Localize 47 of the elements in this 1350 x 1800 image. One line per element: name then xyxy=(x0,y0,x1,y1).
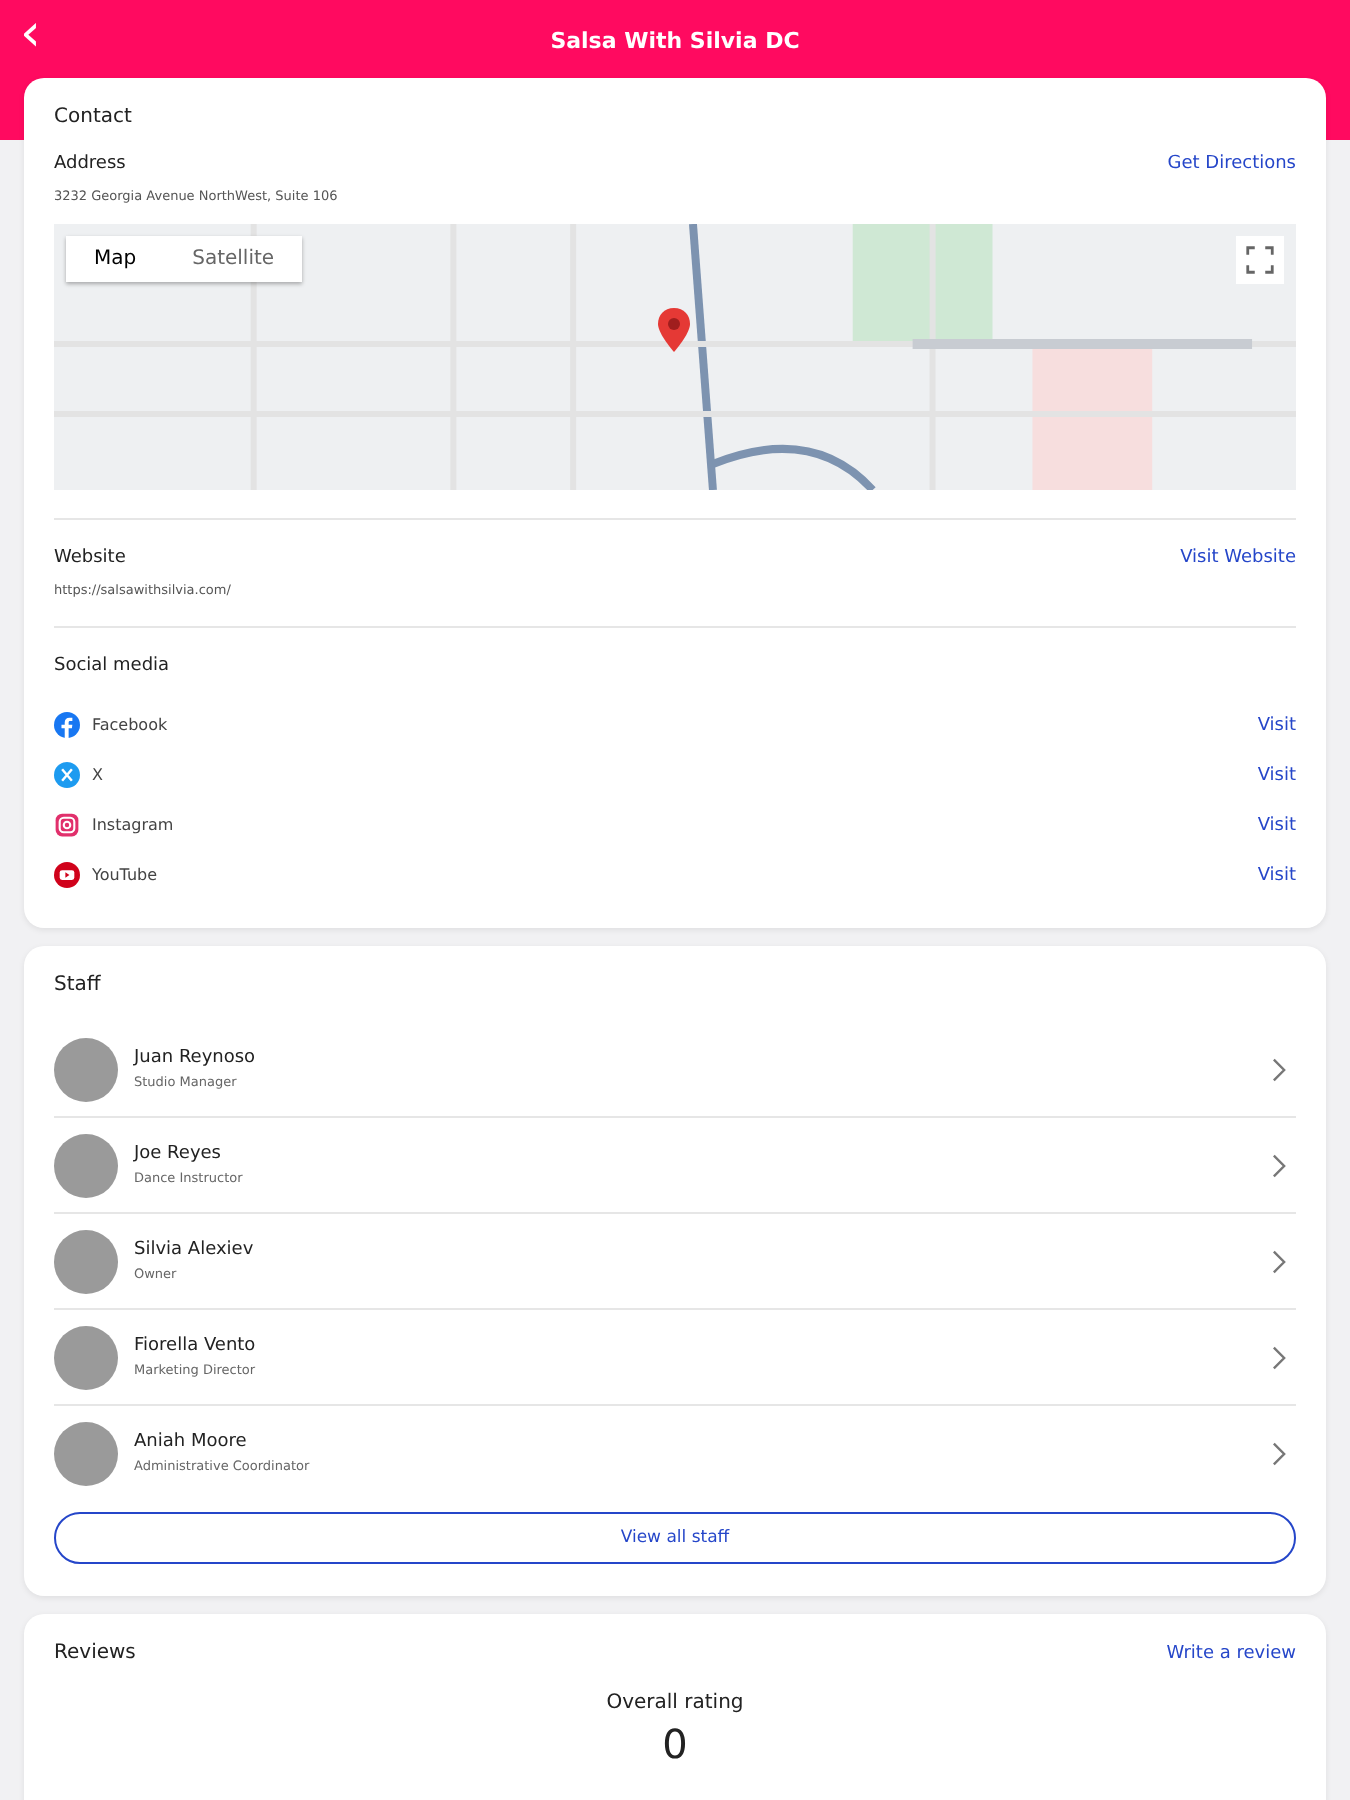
visit-link[interactable]: Visit xyxy=(1257,815,1296,835)
camera-icon xyxy=(54,812,80,838)
staff-name: Juan Reynoso xyxy=(134,1048,258,1068)
visit-link[interactable]: Visit xyxy=(1257,865,1296,885)
map-type-tab[interactable]: Satellite xyxy=(164,236,303,282)
play-icon xyxy=(54,862,80,888)
avatar-placeholder xyxy=(54,1037,118,1101)
fullscreen-icon xyxy=(1246,246,1274,274)
map-pin-icon xyxy=(658,308,690,352)
social-name: Instagram xyxy=(92,816,176,834)
overall-rating-value: 0 xyxy=(660,1722,690,1766)
chevron-right-icon xyxy=(1272,1345,1286,1369)
fullscreen-button[interactable] xyxy=(1236,236,1284,284)
x-logo-icon xyxy=(54,762,80,788)
social-name: X xyxy=(92,766,105,784)
social-name: YouTube xyxy=(92,866,160,884)
avatar-placeholder xyxy=(54,1325,118,1389)
chevron-right-icon xyxy=(1272,1441,1286,1465)
social-media-label: Social media xyxy=(54,656,172,676)
chevron-right-icon xyxy=(1272,1057,1286,1081)
map-type-tab[interactable]: Map xyxy=(66,236,165,282)
address-label: Address xyxy=(54,154,126,174)
staff-name: Joe Reyes xyxy=(134,1144,223,1164)
back-button[interactable]: ‹ xyxy=(12,8,49,60)
section-title: Contact xyxy=(54,106,134,128)
social-name: Facebook xyxy=(92,716,170,734)
staff-name: Aniah Moore xyxy=(134,1432,249,1452)
chevron-right-icon xyxy=(1272,1153,1286,1177)
chevron-right-icon xyxy=(1272,1249,1286,1273)
avatar-placeholder xyxy=(54,1421,118,1485)
website-label: Website xyxy=(54,548,126,568)
view-all-staff-button[interactable]: View all staff xyxy=(54,1512,1296,1564)
map-placeholder[interactable]: Map Satellite xyxy=(54,224,1296,490)
visit-link[interactable]: Visit xyxy=(1257,765,1296,785)
overall-rating-label: Overall rating xyxy=(604,1692,746,1714)
directions-link[interactable]: Get Directions xyxy=(1167,154,1296,174)
facebook-icon xyxy=(54,712,80,738)
avatar-placeholder xyxy=(54,1133,118,1197)
staff-name: Fiorella Vento xyxy=(134,1336,258,1356)
staff-name: Silvia Alexiev xyxy=(134,1240,256,1260)
section-title: Staff xyxy=(54,974,103,996)
section-title: Reviews xyxy=(54,1642,136,1664)
page-title: Salsa With Silvia DC xyxy=(550,28,800,58)
write-review-link[interactable]: Write a review xyxy=(1166,1643,1296,1663)
visit-website-link[interactable]: Visit Website xyxy=(1180,548,1296,568)
visit-link[interactable]: Visit xyxy=(1257,715,1296,735)
avatar-placeholder xyxy=(54,1229,118,1293)
